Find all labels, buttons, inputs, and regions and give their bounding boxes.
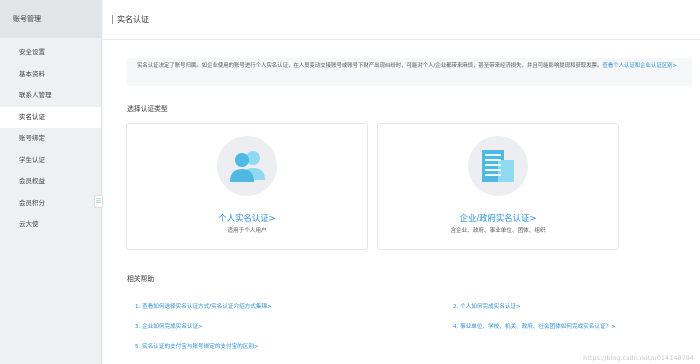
notice-link[interactable]: 查看个人认证和企业认证区别> bbox=[602, 63, 677, 69]
notice-box: 实名认证决定了账号归属。如企业使用的账号进行个人实名认证，在人员变动交接账号或账… bbox=[127, 58, 692, 86]
sidebar-header: 账号管理 bbox=[0, 0, 101, 38]
personal-auth-title[interactable]: 个人实名认证> bbox=[127, 212, 367, 224]
enterprise-auth-title[interactable]: 企业/政府实名认证> bbox=[378, 212, 618, 224]
sidebar-item-member-rights[interactable]: 会员权益 bbox=[0, 171, 101, 193]
sidebar-menu: 安全设置 基本资料 联系人管理 实名认证 账号绑定 学生认证 会员权益 会员积分… bbox=[0, 42, 101, 236]
title-divider bbox=[112, 15, 113, 24]
main-panel: 实名认证 实名认证决定了账号归属。如企业使用的账号进行个人实名认证，在人员变动交… bbox=[103, 0, 700, 364]
help-link-5[interactable]: 5. 实名认证的支付宝与账号绑定的支付宝的区别> bbox=[135, 342, 259, 350]
personal-auth-desc: 适用于个人用户 bbox=[227, 228, 267, 234]
help-link-1[interactable]: 1. 查看如何选择实名认证方式/实名认证介绍方式集锦> bbox=[135, 302, 272, 310]
personal-auth-card[interactable]: 个人实名认证> 适用于个人用户 bbox=[126, 123, 368, 250]
enterprise-icon-circle bbox=[468, 136, 528, 196]
sidebar-collapse-icon[interactable]: ☰ bbox=[94, 195, 103, 208]
watermark: https://blog.csdn.net/u014148794 bbox=[583, 354, 694, 362]
notice-text: 实名认证决定了账号归属。如企业使用的账号进行个人实名认证，在人员变动交接账号或账… bbox=[137, 63, 603, 69]
enterprise-auth-desc: 含企业、政府、事业单位、团体、组织 bbox=[450, 228, 546, 234]
help-section-title: 相关帮助 bbox=[127, 275, 155, 283]
sidebar-item-member-points[interactable]: 会员积分 bbox=[0, 193, 101, 215]
sidebar-item-security[interactable]: 安全设置 bbox=[0, 42, 101, 64]
page-title: 实名认证 bbox=[117, 15, 149, 24]
page-header: 实名认证 bbox=[103, 0, 700, 40]
type-section-title: 选择认证类型 bbox=[127, 105, 168, 113]
sidebar-item-contacts[interactable]: 联系人管理 bbox=[0, 85, 101, 107]
help-link-3[interactable]: 3. 企业如何完成实名认证> bbox=[135, 322, 203, 330]
sidebar-item-student[interactable]: 学生认证 bbox=[0, 150, 101, 172]
sidebar-item-profile[interactable]: 基本资料 bbox=[0, 64, 101, 86]
help-link-4[interactable]: 4. 事业单位、学校、机关、政府、社会团体如何完成实名认证？> bbox=[453, 322, 616, 330]
help-link-2[interactable]: 2. 个人如何完成实名认证> bbox=[453, 302, 521, 310]
sidebar-item-ambassador[interactable]: 云大使 bbox=[0, 214, 101, 236]
building-icon bbox=[482, 150, 514, 182]
enterprise-auth-card[interactable]: 企业/政府实名认证> 含企业、政府、事业单位、团体、组织 bbox=[377, 123, 619, 250]
sidebar-item-binding[interactable]: 账号绑定 bbox=[0, 128, 101, 150]
personal-icon-circle bbox=[217, 136, 277, 196]
sidebar-item-real-name[interactable]: 实名认证 bbox=[0, 106, 101, 128]
person-icon bbox=[230, 151, 265, 182]
sidebar: 账号管理 安全设置 基本资料 联系人管理 实名认证 账号绑定 学生认证 会员权益… bbox=[0, 0, 102, 364]
